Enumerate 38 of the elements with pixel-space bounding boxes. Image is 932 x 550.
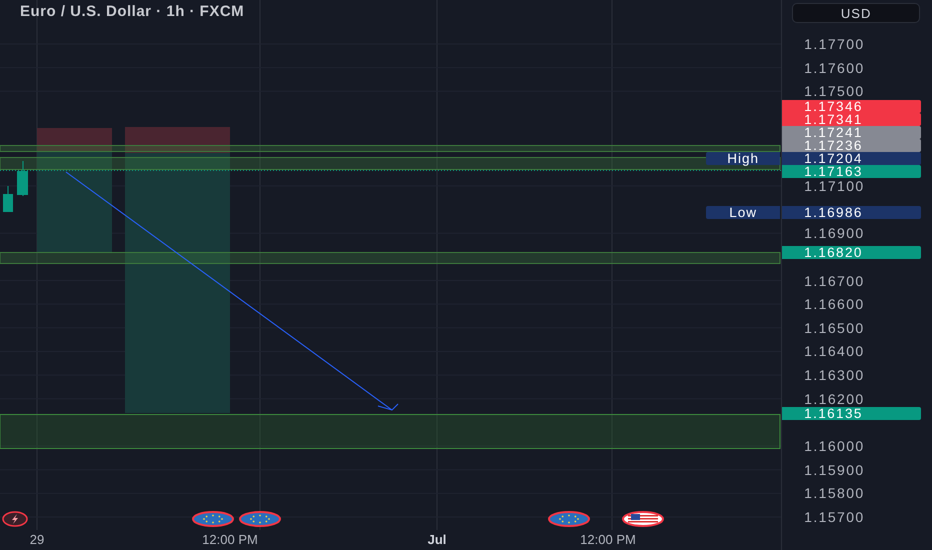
price-axis-label: 1.15800 [804, 485, 865, 502]
price-axis-label: 1.16300 [804, 367, 865, 384]
time-axis-label: Jul [426, 532, 448, 547]
price-tag: 1.17163 [782, 165, 922, 178]
price-axis-label: 1.15700 [804, 509, 865, 525]
price-axis-label: 1.16600 [804, 296, 865, 312]
price-tag: 1.17241 [782, 126, 922, 139]
price-axis-label: 1.17700 [804, 36, 865, 52]
price-tag: 1.17346 [782, 100, 922, 113]
price-label: High [706, 152, 780, 165]
lightning-icon[interactable] [2, 511, 28, 527]
price-tag: 1.17341 [782, 113, 922, 126]
price-tag: 1.17204 [782, 152, 922, 165]
candlestick-drawing [3, 160, 28, 212]
time-axis-label: 29 [28, 532, 46, 547]
price-tag: 1.16135 [782, 407, 922, 420]
time-axis-label: 12:00 PM [201, 532, 259, 547]
eu-flag-icon[interactable] [192, 511, 234, 527]
price-axis-label: 1.16700 [804, 272, 865, 288]
currency-button[interactable]: USD [792, 3, 920, 23]
price-axis-label: 1.17500 [804, 83, 865, 100]
price-axis-label: 1.16400 [804, 343, 865, 360]
us-flag-icon[interactable] [622, 511, 664, 527]
eu-flag-icon[interactable] [548, 511, 590, 527]
price-axis-label: 1.17600 [804, 60, 865, 76]
price-label: Low [706, 206, 780, 219]
price-tag: 1.17236 [782, 139, 922, 152]
price-axis-label: 1.16200 [804, 390, 865, 407]
price-axis-label: 1.16500 [804, 320, 865, 336]
price-axis-label: 1.17100 [804, 178, 865, 194]
price-tag: 1.16986 [782, 206, 922, 219]
time-axis-label: 12:00 PM [579, 532, 637, 547]
chart-title: Euro / U.S. Dollar · 1h · FXCM [20, 3, 244, 20]
price-axis-label: 1.16000 [804, 438, 865, 454]
price-axis-label: 1.16900 [804, 225, 865, 242]
price-axis-label: 1.15900 [804, 462, 865, 478]
eu-flag-icon[interactable] [239, 511, 281, 527]
price-tag: 1.16820 [782, 246, 922, 259]
